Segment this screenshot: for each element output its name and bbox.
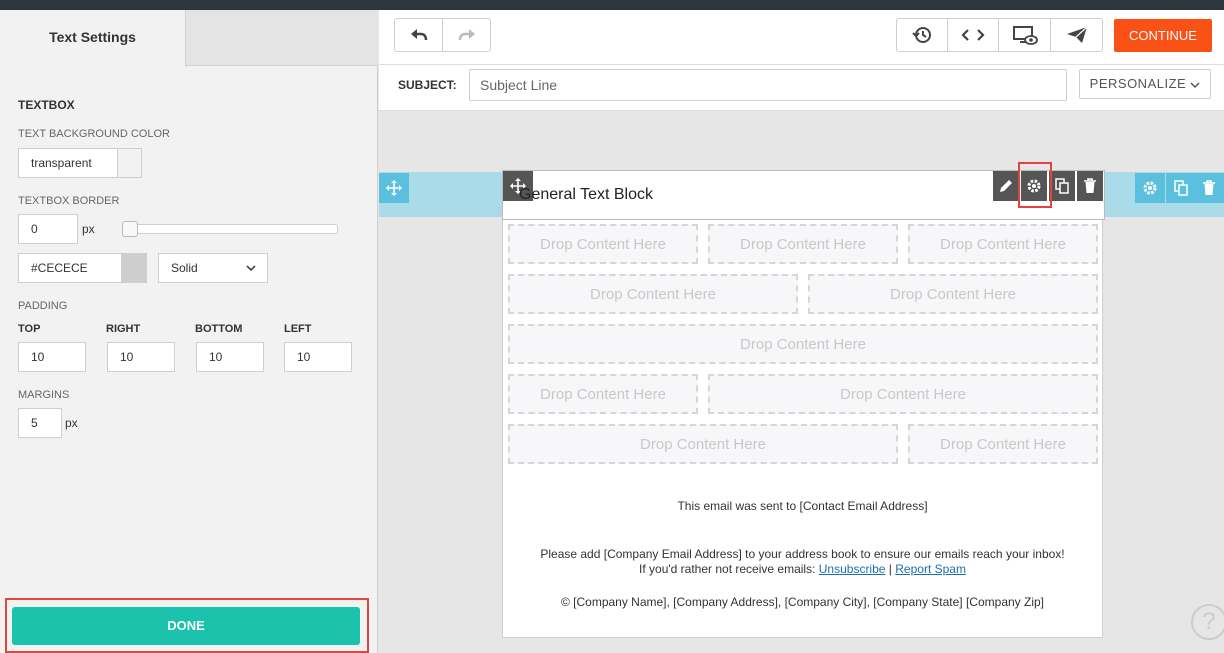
top-bar <box>0 0 1224 10</box>
padding-left-input[interactable]: 10 <box>284 342 352 372</box>
padding-label: PADDING <box>18 300 68 312</box>
margins-input[interactable]: 5 <box>18 408 62 438</box>
personalize-label: PERSONALIZE <box>1089 76 1187 91</box>
border-unit: px <box>82 222 95 236</box>
margins-label: MARGINS <box>18 389 70 401</box>
continue-button[interactable]: CONTINUE <box>1114 19 1212 52</box>
border-width-input[interactable]: 0 <box>18 214 78 244</box>
border-color-input[interactable]: #CECECE <box>18 253 122 283</box>
help-icon[interactable]: ? <box>1191 604 1224 640</box>
row-settings-icon[interactable] <box>1135 173 1165 203</box>
tab-text-settings[interactable]: Text Settings <box>0 10 186 67</box>
redo-icon <box>458 29 475 41</box>
subject-bar: SUBJECT: Subject Line PERSONALIZE <box>379 65 1224 111</box>
block-edit-icon[interactable] <box>993 171 1019 201</box>
border-width-slider[interactable] <box>122 224 338 234</box>
row-delete-icon[interactable] <box>1194 173 1224 203</box>
text-bg-color-label: TEXT BACKGROUND COLOR <box>18 128 170 140</box>
personalize-dropdown[interactable]: PERSONALIZE <box>1079 69 1211 99</box>
drop-zone[interactable]: Drop Content Here <box>508 324 1098 364</box>
settings-tabs: Text Settings <box>0 10 378 67</box>
drop-zone[interactable]: Drop Content Here <box>508 374 698 414</box>
view-actions-group <box>896 18 1103 52</box>
done-highlight: DONE <box>5 598 369 653</box>
drop-zone[interactable]: Drop Content Here <box>508 274 798 314</box>
undo-icon <box>410 29 427 41</box>
padding-left-label: LEFT <box>284 323 312 335</box>
textbox-border-label: TEXTBOX BORDER <box>18 195 120 207</box>
code-icon <box>961 29 985 41</box>
padding-right-label: RIGHT <box>106 323 141 335</box>
chevron-down-icon <box>245 255 257 293</box>
footer-unsubscribe-line: If you'd rather not receive emails: Unsu… <box>502 562 1103 576</box>
section-title-textbox: TEXTBOX <box>18 98 75 112</box>
footer-separator: | <box>888 562 892 576</box>
subject-label: SUBJECT: <box>398 78 457 92</box>
padding-top-input[interactable]: 10 <box>18 342 86 372</box>
block-duplicate-icon[interactable] <box>1049 171 1075 201</box>
margins-unit: px <box>65 416 78 430</box>
chevron-down-icon <box>1190 82 1200 88</box>
padding-bottom-input[interactable]: 10 <box>196 342 264 372</box>
text-bg-color-input[interactable]: transparent <box>18 148 118 178</box>
footer-company: © [Company Name], [Company Address], [Co… <box>560 595 1045 609</box>
footer-rather-text: If you'd rather not receive emails: <box>639 562 816 576</box>
subject-input[interactable]: Subject Line <box>469 69 1067 101</box>
border-style-select[interactable]: Solid <box>158 253 268 283</box>
report-spam-link[interactable]: Report Spam <box>895 562 966 576</box>
drop-zone[interactable]: Drop Content Here <box>508 424 898 464</box>
code-view-button[interactable] <box>948 19 999 51</box>
text-block-title: General Text Block <box>519 186 653 203</box>
history-button[interactable] <box>897 19 948 51</box>
block-delete-icon[interactable] <box>1077 171 1103 201</box>
settings-panel: Text Settings TEXTBOX TEXT BACKGROUND CO… <box>0 10 378 653</box>
send-test-button[interactable] <box>1051 19 1102 51</box>
history-icon <box>912 27 931 43</box>
undo-redo-group <box>394 18 491 52</box>
preview-icon <box>1012 26 1038 45</box>
drop-zone[interactable]: Drop Content Here <box>908 224 1098 264</box>
row-duplicate-icon[interactable] <box>1166 173 1196 203</box>
unsubscribe-link[interactable]: Unsubscribe <box>819 562 886 576</box>
general-text-block[interactable]: General Text Block <box>502 162 1105 220</box>
footer-sent-to: This email was sent to [Contact Email Ad… <box>677 499 928 513</box>
padding-right-input[interactable]: 10 <box>107 342 175 372</box>
padding-top-label: TOP <box>18 323 41 335</box>
padding-bottom-label: BOTTOM <box>195 323 243 335</box>
drop-zone[interactable]: Drop Content Here <box>708 224 898 264</box>
border-color-swatch[interactable] <box>121 253 147 283</box>
editor-toolbar: CONTINUE <box>379 10 1224 65</box>
border-width-slider-thumb[interactable] <box>122 221 138 237</box>
drop-zone[interactable]: Drop Content Here <box>508 224 698 264</box>
footer-add-address: Please add [Company Email Address] to yo… <box>540 547 1065 561</box>
row-move-icon[interactable] <box>379 173 409 203</box>
drop-zone[interactable]: Drop Content Here <box>808 274 1098 314</box>
drop-zone[interactable]: Drop Content Here <box>708 374 1098 414</box>
undo-button[interactable] <box>395 19 443 51</box>
text-bg-color-swatch[interactable] <box>117 148 142 178</box>
redo-button[interactable] <box>443 19 490 51</box>
paper-plane-icon <box>1066 26 1087 43</box>
drop-zone[interactable]: Drop Content Here <box>908 424 1098 464</box>
done-button[interactable]: DONE <box>12 607 360 645</box>
settings-highlight <box>1018 162 1052 208</box>
preview-button[interactable] <box>999 19 1051 51</box>
border-style-value: Solid <box>171 261 198 275</box>
